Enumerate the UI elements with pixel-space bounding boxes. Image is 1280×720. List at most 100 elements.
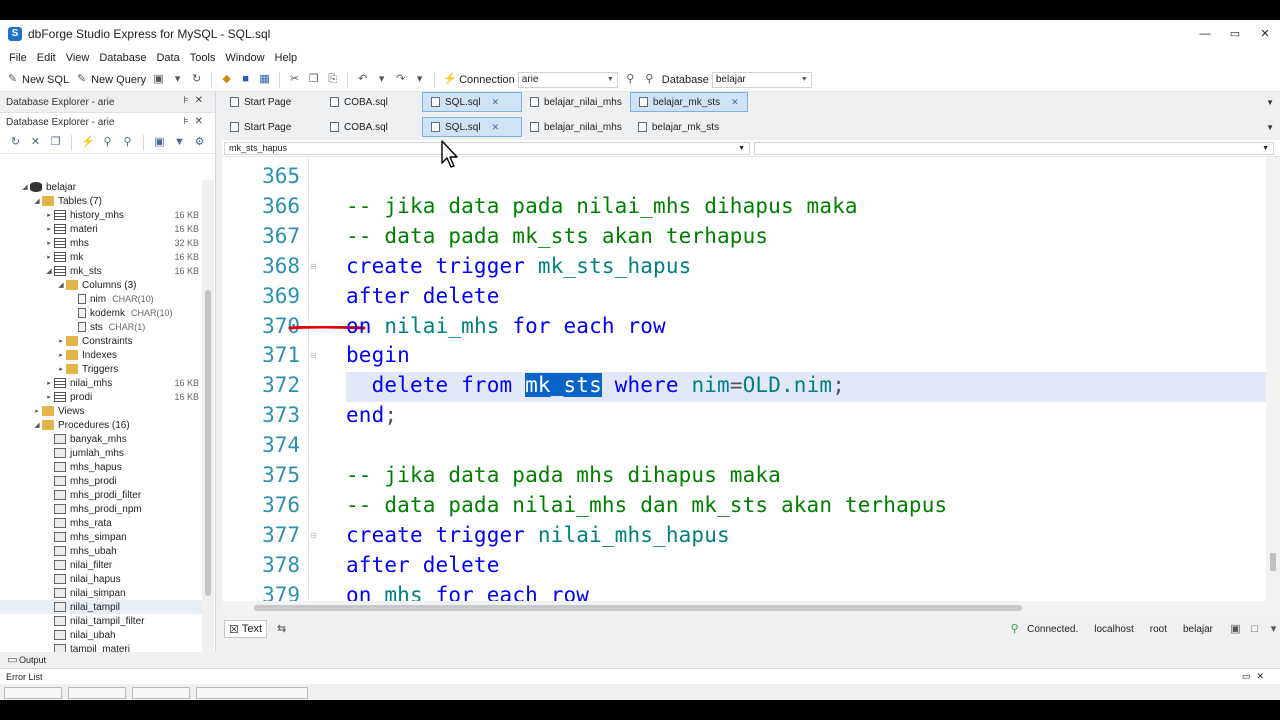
group-icon[interactable]: ▣	[153, 136, 166, 149]
tree-item[interactable]: ◢ Columns (3)	[0, 278, 202, 292]
collapse-arrow-icon[interactable]: ◢	[32, 421, 42, 429]
object-dropdown[interactable]: mk_sts_hapus ▼	[224, 141, 750, 155]
fold-marker-icon[interactable]: ⊟	[310, 351, 318, 360]
collapse-arrow-icon[interactable]: ◢	[32, 197, 42, 205]
expand-arrow-icon[interactable]: ▸	[44, 379, 54, 387]
close-tab-icon[interactable]: ✕	[731, 97, 739, 108]
tab-start-page[interactable]: Start Page	[222, 92, 322, 112]
refresh-icon[interactable]: ↻	[190, 73, 203, 86]
delete-icon[interactable]: ✕	[29, 136, 42, 149]
code-line[interactable]: begin	[346, 343, 410, 367]
tree-item[interactable]: nim CHAR(10)	[0, 292, 202, 306]
tree-item[interactable]: mhs_simpan	[0, 530, 202, 544]
menu-view[interactable]: View	[61, 52, 95, 64]
new-sql-button[interactable]: ✎ New SQL	[6, 73, 69, 86]
code-line[interactable]: -- jika data pada nilai_mhs dihapus maka	[346, 194, 858, 218]
tree-item[interactable]: jumlah_mhs	[0, 446, 202, 460]
view-toggle-icon[interactable]: ▣	[1229, 623, 1242, 636]
tree-item[interactable]: mhs_hapus	[0, 460, 202, 474]
connection-dropdown[interactable]: arie ▼	[517, 71, 618, 88]
tree-item[interactable]: sts CHAR(1)	[0, 320, 202, 334]
panel-pin-close-icons[interactable]: ⊧✕	[183, 116, 209, 127]
expand-arrow-icon[interactable]: ▸	[32, 407, 42, 415]
cut-icon[interactable]: ✂	[288, 73, 301, 86]
tree-item[interactable]: nilai_filter	[0, 558, 202, 572]
code-line[interactable]: create trigger mk_sts_hapus	[346, 254, 691, 278]
copy-icon[interactable]: ❐	[49, 136, 62, 149]
open-icon[interactable]: ◆	[220, 73, 233, 86]
tree-item[interactable]: ▸ mhs 32 KB	[0, 236, 202, 250]
code-line[interactable]: on nilai_mhs for each row	[346, 314, 666, 338]
tree-item[interactable]: mhs_prodi	[0, 474, 202, 488]
tab-start-page[interactable]: Start Page	[222, 117, 322, 137]
code-line[interactable]: -- data pada nilai_mhs dan mk_sts akan t…	[346, 493, 947, 517]
tree-item[interactable]: ◢ mk_sts 16 KB	[0, 264, 202, 278]
tree-item[interactable]: nilai_ubah	[0, 628, 202, 642]
panel-pin-close-icons[interactable]: ⊧✕	[183, 95, 209, 106]
paste-icon[interactable]: ⎘	[326, 73, 339, 86]
plug-icon[interactable]: ⚲	[624, 73, 637, 86]
tree-item[interactable]: ▸ prodi 16 KB	[0, 390, 202, 404]
maximize-button[interactable]: ▭	[1220, 20, 1250, 48]
scrollbar-thumb[interactable]	[254, 605, 1022, 611]
expand-arrow-icon[interactable]: ▸	[44, 253, 54, 261]
layout-icon[interactable]: ▣	[152, 73, 165, 86]
copy-icon[interactable]: ❐	[307, 73, 320, 86]
close-tab-icon[interactable]: ✕	[492, 97, 500, 108]
sql-editor[interactable]: 365 366 367 368 369 370 371 372 373 374 375 376 377 3…	[222, 157, 1266, 601]
code-line[interactable]: -- jika data pada mhs dihapus maka	[346, 463, 781, 487]
warnings-tab[interactable]	[68, 687, 126, 699]
expand-arrow-icon[interactable]: ▸	[44, 211, 54, 219]
tree-item[interactable]: ▸ nilai_mhs 16 KB	[0, 376, 202, 390]
expand-arrow-icon[interactable]: ▸	[44, 225, 54, 233]
tab-belajar-mk-sts[interactable]: belajar_mk_sts ✕	[629, 92, 748, 112]
minimize-button[interactable]: —	[1190, 20, 1220, 48]
expand-arrow-icon[interactable]: ▸	[56, 337, 66, 345]
filter-tab[interactable]	[196, 687, 308, 699]
tabs-overflow-icon[interactable]: ▼	[1266, 98, 1274, 107]
tree-item[interactable]: mhs_rata	[0, 516, 202, 530]
tree-item[interactable]: nilai_hapus	[0, 572, 202, 586]
code-line[interactable]: -- data pada mk_sts akan terhapus	[346, 224, 768, 248]
tree-item[interactable]: nilai_tampil	[0, 600, 202, 614]
settings-icon[interactable]: ⚙	[193, 136, 206, 149]
code-line[interactable]: create trigger nilai_mhs_hapus	[346, 523, 730, 547]
close-tab-icon[interactable]: ✕	[492, 122, 500, 133]
member-dropdown[interactable]: ▼	[754, 141, 1274, 155]
errors-tab[interactable]	[4, 687, 62, 699]
tree-item[interactable]: ▸ Constraints	[0, 334, 202, 348]
layout-toggle-icon[interactable]: ⇆	[275, 623, 288, 636]
tree-item[interactable]: ▸ history_mhs 16 KB	[0, 208, 202, 222]
editor-horizontal-scrollbar[interactable]	[222, 601, 1280, 615]
scrollbar-thumb[interactable]	[1270, 553, 1276, 571]
connect-icon[interactable]: ⚲	[101, 136, 114, 149]
code-line[interactable]: delete from mk_sts where nim=OLD.nim;	[346, 373, 845, 398]
tab-coba-sql[interactable]: COBA.sql	[322, 92, 422, 112]
collapse-arrow-icon[interactable]: ◢	[20, 183, 30, 191]
tree-item[interactable]: ◢ Procedures (16)	[0, 418, 202, 432]
tree-item[interactable]: mhs_prodi_npm	[0, 502, 202, 516]
view-toggle-icon[interactable]: □	[1248, 623, 1261, 636]
redo-icon[interactable]: ↷	[394, 73, 407, 86]
tree-item[interactable]: ▸ mk 16 KB	[0, 250, 202, 264]
collapse-arrow-icon[interactable]: ◢	[56, 281, 66, 289]
expand-arrow-icon[interactable]: ▸	[44, 239, 54, 247]
tab-belajar-nilai-mhs[interactable]: belajar_nilai_mhs	[522, 117, 630, 137]
disconnect-icon[interactable]: ⚲	[121, 136, 134, 149]
tree-item[interactable]: ◢ Tables (7)	[0, 194, 202, 208]
panel-pin-close-icons[interactable]: ▭✕	[1242, 671, 1270, 682]
menu-file[interactable]: File	[4, 52, 32, 64]
menu-database[interactable]: Database	[94, 52, 151, 64]
scrollbar-thumb[interactable]	[205, 290, 211, 596]
explorer-scrollbar[interactable]	[202, 180, 214, 662]
tree-item[interactable]: kodemk CHAR(10)	[0, 306, 202, 320]
fold-marker-icon[interactable]: ⊟	[310, 262, 318, 271]
tree-item[interactable]: ▸ Indexes	[0, 348, 202, 362]
code-line[interactable]: on mhs for each row	[346, 583, 589, 601]
tree-item[interactable]: nilai_tampil_filter	[0, 614, 202, 628]
tree-item[interactable]: ▸ Views	[0, 404, 202, 418]
expand-arrow-icon[interactable]: ▸	[44, 393, 54, 401]
close-window-button[interactable]: ✕	[1250, 20, 1280, 48]
redo-dropdown-icon[interactable]: ▾	[413, 73, 426, 86]
tree-item[interactable]: mhs_ubah	[0, 544, 202, 558]
